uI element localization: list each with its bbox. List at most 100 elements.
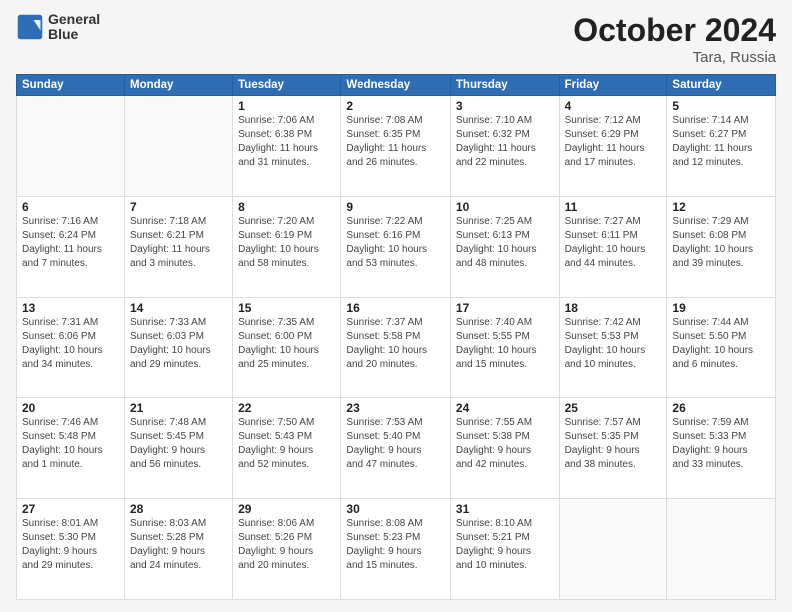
calendar-table: SundayMondayTuesdayWednesdayThursdayFrid… xyxy=(16,74,776,600)
weekday-header-wednesday: Wednesday xyxy=(341,75,450,96)
day-number: 6 xyxy=(22,200,119,214)
calendar-cell xyxy=(667,499,776,600)
calendar-cell: 13Sunrise: 7:31 AM Sunset: 6:06 PM Dayli… xyxy=(17,297,125,398)
day-number: 31 xyxy=(456,502,554,516)
calendar-cell: 10Sunrise: 7:25 AM Sunset: 6:13 PM Dayli… xyxy=(450,196,559,297)
calendar-cell: 24Sunrise: 7:55 AM Sunset: 5:38 PM Dayli… xyxy=(450,398,559,499)
weekday-header-row: SundayMondayTuesdayWednesdayThursdayFrid… xyxy=(17,75,776,96)
week-row-3: 13Sunrise: 7:31 AM Sunset: 6:06 PM Dayli… xyxy=(17,297,776,398)
page-header: General Blue October 2024 Tara, Russia xyxy=(16,12,776,66)
calendar-cell: 27Sunrise: 8:01 AM Sunset: 5:30 PM Dayli… xyxy=(17,499,125,600)
day-info: Sunrise: 7:40 AM Sunset: 5:55 PM Dayligh… xyxy=(456,316,554,372)
calendar-cell: 30Sunrise: 8:08 AM Sunset: 5:23 PM Dayli… xyxy=(341,499,450,600)
location-subtitle: Tara, Russia xyxy=(573,49,776,66)
calendar-cell: 29Sunrise: 8:06 AM Sunset: 5:26 PM Dayli… xyxy=(233,499,341,600)
calendar-cell: 28Sunrise: 8:03 AM Sunset: 5:28 PM Dayli… xyxy=(125,499,233,600)
day-info: Sunrise: 7:16 AM Sunset: 6:24 PM Dayligh… xyxy=(22,215,119,271)
day-info: Sunrise: 7:37 AM Sunset: 5:58 PM Dayligh… xyxy=(346,316,444,372)
day-info: Sunrise: 7:44 AM Sunset: 5:50 PM Dayligh… xyxy=(672,316,770,372)
day-number: 29 xyxy=(238,502,335,516)
day-number: 24 xyxy=(456,401,554,415)
calendar-cell: 9Sunrise: 7:22 AM Sunset: 6:16 PM Daylig… xyxy=(341,196,450,297)
day-number: 15 xyxy=(238,301,335,315)
day-info: Sunrise: 8:01 AM Sunset: 5:30 PM Dayligh… xyxy=(22,517,119,573)
calendar-cell: 4Sunrise: 7:12 AM Sunset: 6:29 PM Daylig… xyxy=(559,96,667,197)
logo-line1: General xyxy=(48,12,100,27)
title-block: October 2024 Tara, Russia xyxy=(573,12,776,66)
day-number: 12 xyxy=(672,200,770,214)
day-number: 8 xyxy=(238,200,335,214)
calendar-cell: 14Sunrise: 7:33 AM Sunset: 6:03 PM Dayli… xyxy=(125,297,233,398)
day-info: Sunrise: 7:46 AM Sunset: 5:48 PM Dayligh… xyxy=(22,416,119,472)
day-number: 5 xyxy=(672,99,770,113)
day-number: 17 xyxy=(456,301,554,315)
calendar-cell: 16Sunrise: 7:37 AM Sunset: 5:58 PM Dayli… xyxy=(341,297,450,398)
day-info: Sunrise: 7:50 AM Sunset: 5:43 PM Dayligh… xyxy=(238,416,335,472)
weekday-header-friday: Friday xyxy=(559,75,667,96)
calendar-cell: 5Sunrise: 7:14 AM Sunset: 6:27 PM Daylig… xyxy=(667,96,776,197)
day-number: 10 xyxy=(456,200,554,214)
day-number: 14 xyxy=(130,301,227,315)
calendar-cell: 3Sunrise: 7:10 AM Sunset: 6:32 PM Daylig… xyxy=(450,96,559,197)
day-info: Sunrise: 8:10 AM Sunset: 5:21 PM Dayligh… xyxy=(456,517,554,573)
day-number: 20 xyxy=(22,401,119,415)
day-info: Sunrise: 7:22 AM Sunset: 6:16 PM Dayligh… xyxy=(346,215,444,271)
day-number: 3 xyxy=(456,99,554,113)
day-number: 27 xyxy=(22,502,119,516)
day-number: 13 xyxy=(22,301,119,315)
day-number: 4 xyxy=(565,99,662,113)
calendar-cell: 8Sunrise: 7:20 AM Sunset: 6:19 PM Daylig… xyxy=(233,196,341,297)
day-number: 23 xyxy=(346,401,444,415)
calendar-cell: 11Sunrise: 7:27 AM Sunset: 6:11 PM Dayli… xyxy=(559,196,667,297)
calendar-cell xyxy=(559,499,667,600)
day-info: Sunrise: 7:14 AM Sunset: 6:27 PM Dayligh… xyxy=(672,114,770,170)
day-number: 16 xyxy=(346,301,444,315)
day-number: 21 xyxy=(130,401,227,415)
day-number: 7 xyxy=(130,200,227,214)
day-info: Sunrise: 7:42 AM Sunset: 5:53 PM Dayligh… xyxy=(565,316,662,372)
day-number: 28 xyxy=(130,502,227,516)
day-info: Sunrise: 8:06 AM Sunset: 5:26 PM Dayligh… xyxy=(238,517,335,573)
logo: General Blue xyxy=(16,12,100,43)
day-info: Sunrise: 7:10 AM Sunset: 6:32 PM Dayligh… xyxy=(456,114,554,170)
day-number: 30 xyxy=(346,502,444,516)
day-number: 19 xyxy=(672,301,770,315)
day-info: Sunrise: 7:57 AM Sunset: 5:35 PM Dayligh… xyxy=(565,416,662,472)
calendar-cell: 15Sunrise: 7:35 AM Sunset: 6:00 PM Dayli… xyxy=(233,297,341,398)
day-info: Sunrise: 7:08 AM Sunset: 6:35 PM Dayligh… xyxy=(346,114,444,170)
day-number: 1 xyxy=(238,99,335,113)
day-info: Sunrise: 7:53 AM Sunset: 5:40 PM Dayligh… xyxy=(346,416,444,472)
day-info: Sunrise: 7:18 AM Sunset: 6:21 PM Dayligh… xyxy=(130,215,227,271)
day-info: Sunrise: 7:06 AM Sunset: 6:38 PM Dayligh… xyxy=(238,114,335,170)
week-row-1: 1Sunrise: 7:06 AM Sunset: 6:38 PM Daylig… xyxy=(17,96,776,197)
calendar-cell: 25Sunrise: 7:57 AM Sunset: 5:35 PM Dayli… xyxy=(559,398,667,499)
calendar-cell: 1Sunrise: 7:06 AM Sunset: 6:38 PM Daylig… xyxy=(233,96,341,197)
logo-line2: Blue xyxy=(48,27,100,42)
day-info: Sunrise: 8:03 AM Sunset: 5:28 PM Dayligh… xyxy=(130,517,227,573)
week-row-5: 27Sunrise: 8:01 AM Sunset: 5:30 PM Dayli… xyxy=(17,499,776,600)
calendar-cell xyxy=(125,96,233,197)
day-number: 11 xyxy=(565,200,662,214)
day-info: Sunrise: 7:12 AM Sunset: 6:29 PM Dayligh… xyxy=(565,114,662,170)
week-row-4: 20Sunrise: 7:46 AM Sunset: 5:48 PM Dayli… xyxy=(17,398,776,499)
day-info: Sunrise: 7:31 AM Sunset: 6:06 PM Dayligh… xyxy=(22,316,119,372)
day-info: Sunrise: 7:33 AM Sunset: 6:03 PM Dayligh… xyxy=(130,316,227,372)
weekday-header-sunday: Sunday xyxy=(17,75,125,96)
calendar-cell: 17Sunrise: 7:40 AM Sunset: 5:55 PM Dayli… xyxy=(450,297,559,398)
calendar-cell: 31Sunrise: 8:10 AM Sunset: 5:21 PM Dayli… xyxy=(450,499,559,600)
week-row-2: 6Sunrise: 7:16 AM Sunset: 6:24 PM Daylig… xyxy=(17,196,776,297)
calendar-cell: 7Sunrise: 7:18 AM Sunset: 6:21 PM Daylig… xyxy=(125,196,233,297)
day-number: 2 xyxy=(346,99,444,113)
day-info: Sunrise: 7:25 AM Sunset: 6:13 PM Dayligh… xyxy=(456,215,554,271)
calendar-cell: 22Sunrise: 7:50 AM Sunset: 5:43 PM Dayli… xyxy=(233,398,341,499)
day-info: Sunrise: 7:20 AM Sunset: 6:19 PM Dayligh… xyxy=(238,215,335,271)
calendar-cell: 2Sunrise: 7:08 AM Sunset: 6:35 PM Daylig… xyxy=(341,96,450,197)
calendar-cell: 18Sunrise: 7:42 AM Sunset: 5:53 PM Dayli… xyxy=(559,297,667,398)
day-number: 25 xyxy=(565,401,662,415)
day-info: Sunrise: 7:48 AM Sunset: 5:45 PM Dayligh… xyxy=(130,416,227,472)
weekday-header-thursday: Thursday xyxy=(450,75,559,96)
day-number: 18 xyxy=(565,301,662,315)
day-info: Sunrise: 8:08 AM Sunset: 5:23 PM Dayligh… xyxy=(346,517,444,573)
calendar-cell: 19Sunrise: 7:44 AM Sunset: 5:50 PM Dayli… xyxy=(667,297,776,398)
calendar-cell: 23Sunrise: 7:53 AM Sunset: 5:40 PM Dayli… xyxy=(341,398,450,499)
